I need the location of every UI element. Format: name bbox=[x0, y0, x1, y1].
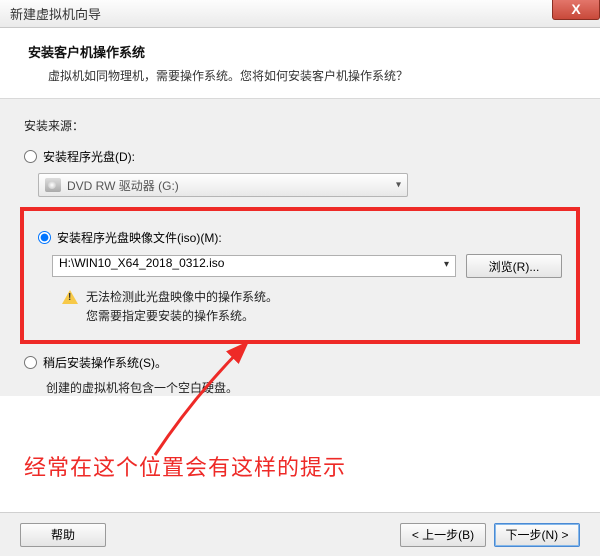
drive-dropdown-text: DVD RW 驱动器 (G:) bbox=[67, 177, 179, 194]
close-icon: X bbox=[571, 1, 580, 17]
back-button[interactable]: < 上一步(B) bbox=[400, 523, 486, 547]
chevron-down-icon: ▾ bbox=[396, 180, 401, 191]
browse-button[interactable]: 浏览(R)... bbox=[466, 254, 562, 278]
annotation-text: 经常在这个位置会有这样的提示 bbox=[24, 450, 346, 482]
source-label: 安装来源： bbox=[24, 117, 576, 134]
next-button[interactable]: 下一步(N) > bbox=[494, 523, 580, 547]
iso-path-text: H:\WIN10_X64_2018_0312.iso bbox=[59, 256, 224, 270]
chevron-down-icon: ▾ bbox=[444, 259, 449, 270]
iso-row: H:\WIN10_X64_2018_0312.iso ▾ 浏览(R)... bbox=[52, 254, 562, 278]
radio-iso[interactable] bbox=[38, 231, 51, 244]
drive-dropdown[interactable]: DVD RW 驱动器 (G:) ▾ bbox=[38, 173, 408, 197]
browse-button-label: 浏览(R)... bbox=[489, 258, 540, 275]
radio-disc[interactable] bbox=[24, 150, 37, 163]
warning-row: 无法检测此光盘映像中的操作系统。 您需要指定要安装的操作系统。 bbox=[62, 288, 562, 326]
header-title: 安装客户机操作系统 bbox=[28, 42, 578, 61]
option-disc-label: 安装程序光盘(D): bbox=[43, 148, 135, 165]
footer-bar: 帮助 < 上一步(B) 下一步(N) > bbox=[0, 512, 600, 556]
radio-later[interactable] bbox=[24, 356, 37, 369]
header-subtitle: 虚拟机如同物理机，需要操作系统。您将如何安装客户机操作系统？ bbox=[28, 67, 578, 84]
warning-line1: 无法检测此光盘映像中的操作系统。 bbox=[86, 288, 278, 307]
help-button[interactable]: 帮助 bbox=[20, 523, 106, 547]
warning-icon bbox=[62, 290, 78, 304]
option-later-label: 稍后安装操作系统(S)。 bbox=[43, 354, 167, 371]
content-area: 安装来源： 安装程序光盘(D): DVD RW 驱动器 (G:) ▾ 安装程序光… bbox=[0, 99, 600, 396]
header-panel: 安装客户机操作系统 虚拟机如同物理机，需要操作系统。您将如何安装客户机操作系统？ bbox=[0, 28, 600, 99]
titlebar: 新建虚拟机向导 X bbox=[0, 0, 600, 28]
highlight-box: 安装程序光盘映像文件(iso)(M): H:\WIN10_X64_2018_03… bbox=[20, 207, 580, 344]
iso-path-input[interactable]: H:\WIN10_X64_2018_0312.iso ▾ bbox=[52, 255, 456, 277]
option-iso-row: 安装程序光盘映像文件(iso)(M): bbox=[38, 229, 562, 246]
next-label: 下一步(N) > bbox=[505, 528, 568, 542]
back-label: < 上一步(B) bbox=[412, 528, 474, 542]
optical-drive-icon bbox=[45, 178, 61, 192]
window-title: 新建虚拟机向导 bbox=[10, 4, 101, 23]
warning-text: 无法检测此光盘映像中的操作系统。 您需要指定要安装的操作系统。 bbox=[86, 288, 278, 326]
option-iso-label: 安装程序光盘映像文件(iso)(M): bbox=[57, 229, 222, 246]
close-button[interactable]: X bbox=[552, 0, 600, 20]
later-note: 创建的虚拟机将包含一个空白硬盘。 bbox=[46, 379, 576, 396]
help-label: 帮助 bbox=[51, 528, 75, 542]
option-later-row: 稍后安装操作系统(S)。 bbox=[24, 354, 576, 371]
option-disc-row: 安装程序光盘(D): bbox=[24, 148, 576, 165]
warning-line2: 您需要指定要安装的操作系统。 bbox=[86, 307, 278, 326]
